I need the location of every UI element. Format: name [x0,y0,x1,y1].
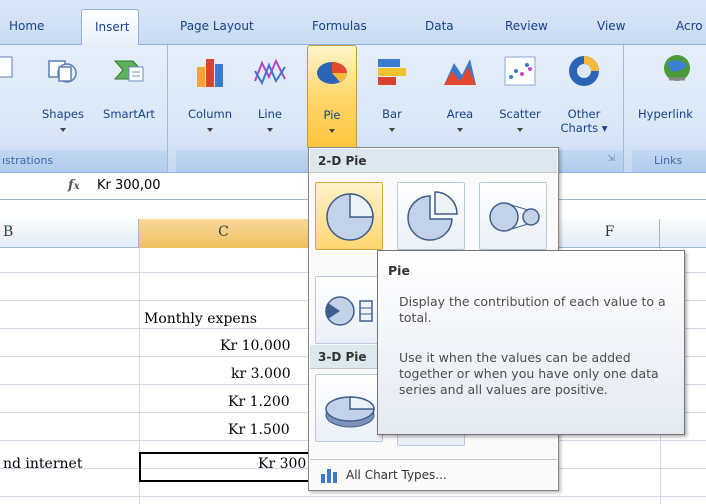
line-chart-button[interactable]: Line [248,45,292,149]
tab-home[interactable]: Home [9,19,44,33]
globe-icon [664,55,690,81]
bar-chart-button[interactable]: Bar [372,45,412,149]
pie-tooltip: Pie Display the contribution of each val… [377,250,685,435]
illustrations-group: ) Shapes SmartArt ıstrations [0,45,168,172]
cell-c-value-1[interactable]: Kr 10.000 [220,338,291,354]
column-label: Column [187,107,233,121]
chevron-down-icon [389,128,395,132]
fx-icon[interactable]: fx [68,178,80,193]
cell-c-title[interactable]: Monthly expens [144,311,257,327]
area-chart-button[interactable]: Area [438,45,482,149]
column-chart-icon [197,59,223,87]
pie-of-pie-icon [489,202,540,232]
chevron-down-icon [207,128,213,132]
doughnut-chart-icon [569,56,599,86]
area-chart-icon [444,59,476,85]
scatter-chart-button[interactable]: Scatter [490,45,550,149]
pie-3d-icon [325,396,375,428]
dialog-launcher-icon[interactable]: ⇲ [607,154,615,164]
hyperlink-button[interactable]: Hyperlink [638,45,706,149]
scatter-chart-icon [504,56,536,86]
pie-chart-icon [317,62,347,84]
tab-data[interactable]: Data [425,19,454,33]
tab-view[interactable]: View [597,19,625,33]
scatter-label: Scatter [499,107,541,121]
section-2d-pie: 2-D Pie [310,149,557,173]
cell-c-value-2[interactable]: kr 3.000 [231,366,291,382]
chevron-down-icon [60,128,66,132]
other-charts-button[interactable]: Other Charts ▾ [556,45,612,149]
all-chart-types-label: All Chart Types... [346,468,447,482]
links-group-title: Links [632,150,706,172]
chevron-down-icon [517,128,523,132]
cell-c-value-3[interactable]: Kr 1.200 [228,394,290,410]
charts-label: Charts [560,121,599,135]
tab-formulas[interactable]: Formulas [312,19,367,33]
cell-c-value-4[interactable]: Kr 1.500 [228,422,290,438]
tab-review[interactable]: Review [505,19,548,33]
column-header-c[interactable]: C [139,219,309,248]
chevron-down-icon [267,128,273,132]
hyperlink-label: Hyperlink [638,107,693,121]
other-charts-label: Other Charts ▾ [560,107,608,135]
formula-input[interactable]: Kr 300,00 [97,178,161,193]
tab-page-layout[interactable]: Page Layout [180,19,254,33]
pie-chart-button[interactable]: Pie [307,45,357,149]
bar-label: Bar [382,107,402,121]
bar-of-pie-icon [325,296,373,326]
tab-acrobat[interactable]: Acro [676,19,703,33]
pie-3d-option[interactable] [315,374,383,442]
column-header-b[interactable]: B [0,219,139,248]
ribbon-tabs: Home Insert Page Layout Formulas Data Re… [0,0,706,46]
other-label: Other [567,107,601,121]
bar-of-pie-option[interactable] [315,276,383,344]
illustrations-group-title: ıstrations [0,150,167,172]
clipart-icon [0,56,13,78]
all-chart-types-icon [321,469,337,483]
smartart-button[interactable]: SmartArt [95,45,163,149]
cell-b-label[interactable]: nd internet [3,456,82,472]
tooltip-title: Pie [388,263,410,278]
area-label: Area [446,107,474,121]
pie-2d-icon [326,193,374,241]
smartart-label: SmartArt [103,107,155,121]
row-divider [0,496,706,497]
chevron-down-icon [329,129,335,133]
pie-label: Pie [323,108,341,122]
shapes-button[interactable]: Shapes [33,45,93,149]
section-3d-pie: 3-D Pie [310,345,380,369]
exploded-pie-2d-option[interactable] [397,182,465,250]
shapes-icon [48,60,77,83]
line-label: Line [258,107,282,121]
pie-2d-option[interactable] [315,182,383,250]
chevron-down-icon [457,128,463,132]
shapes-label: Shapes [41,107,84,121]
pie-of-pie-option[interactable] [479,182,547,250]
column-chart-button[interactable]: Column [182,45,238,149]
clipart-label: ) [0,107,16,121]
smartart-icon [113,60,144,82]
tab-insert-label: Insert [95,20,130,34]
links-group: Hyperlink Links [632,45,706,172]
clipart-button[interactable]: ) [0,45,16,149]
tab-insert[interactable]: Insert [81,9,139,46]
column-header-g[interactable] [660,219,706,248]
all-chart-types-link[interactable]: All Chart Types... [310,459,557,489]
tooltip-description: Display the contribution of each value t… [399,294,666,325]
bar-chart-icon [378,59,406,85]
exploded-pie-icon [407,191,458,241]
column-header-f[interactable]: F [560,219,660,248]
tooltip-usage: Use it when the values can be added toge… [399,350,659,397]
line-chart-icon [254,58,286,86]
